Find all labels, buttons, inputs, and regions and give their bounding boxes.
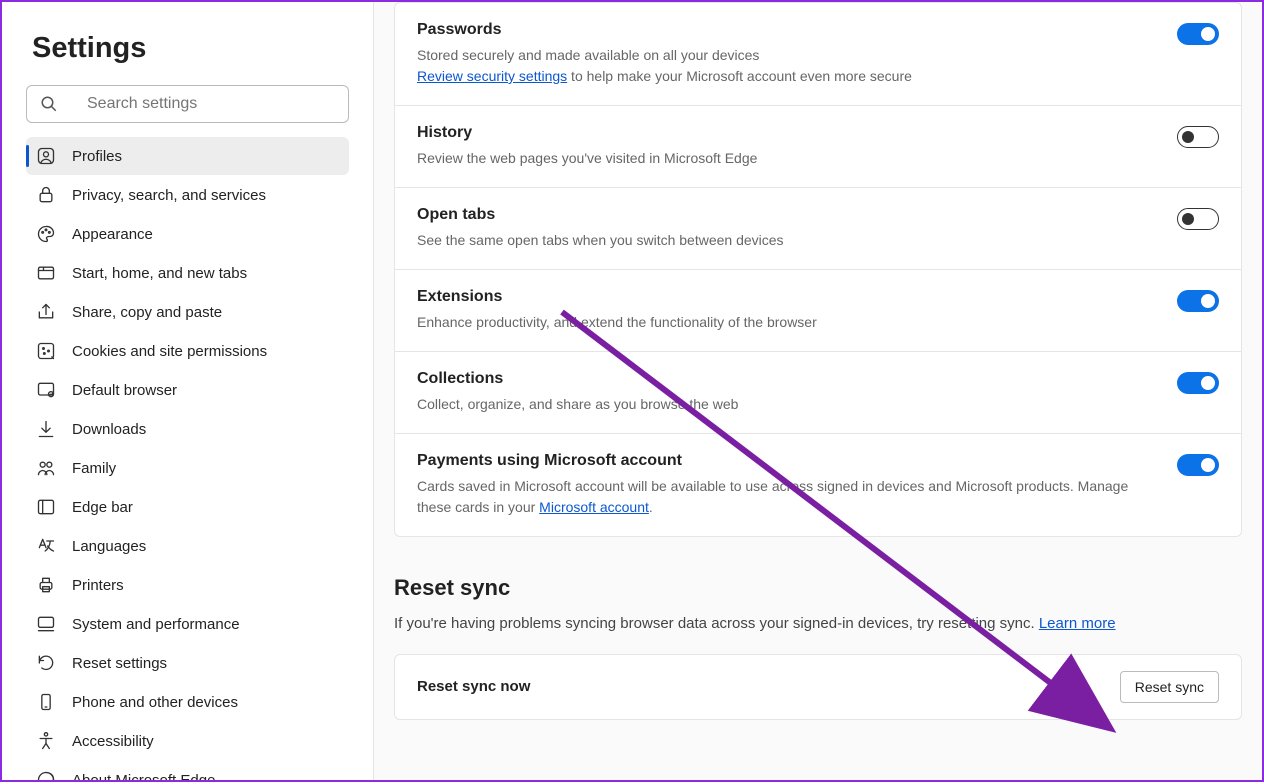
row-description: Collect, organize, and share as you brow… (417, 394, 1157, 415)
nav-item-printer[interactable]: Printers (26, 566, 349, 604)
nav-label: Share, copy and paste (72, 304, 222, 321)
nav-item-language[interactable]: Languages (26, 527, 349, 565)
nav-item-phone[interactable]: Phone and other devices (26, 683, 349, 721)
row-title: Collections (417, 370, 1157, 388)
toggle-switch[interactable] (1177, 23, 1219, 45)
share-icon (36, 302, 56, 322)
nav-list: Profiles Privacy, search, and services App… (26, 137, 349, 780)
nav-label: Profiles (72, 148, 122, 165)
reset-sync-button[interactable]: Reset sync (1120, 671, 1219, 703)
nav-item-tab[interactable]: Start, home, and new tabs (26, 254, 349, 292)
page-title: Settings (32, 32, 349, 65)
nav-item-palette[interactable]: Appearance (26, 215, 349, 253)
toggle-switch[interactable] (1177, 208, 1219, 230)
default-icon (36, 380, 56, 400)
nav-label: Phone and other devices (72, 694, 238, 711)
sync-row: Collections Collect, organize, and share… (395, 352, 1241, 434)
nav-item-cookie[interactable]: Cookies and site permissions (26, 332, 349, 370)
nav-item-about[interactable]: About Microsoft Edge (26, 761, 349, 780)
toggle-switch[interactable] (1177, 126, 1219, 148)
sync-items-group: Passwords Stored securely and made avail… (394, 2, 1242, 537)
palette-icon (36, 224, 56, 244)
nav-item-share[interactable]: Share, copy and paste (26, 293, 349, 331)
nav-label: System and performance (72, 616, 240, 633)
row-description: Stored securely and made available on al… (417, 45, 1157, 87)
nav-label: Family (72, 460, 116, 477)
nav-label: Privacy, search, and services (72, 187, 266, 204)
content-area[interactable]: Passwords Stored securely and made avail… (374, 2, 1262, 780)
row-title: Open tabs (417, 206, 1157, 224)
toggle-switch[interactable] (1177, 372, 1219, 394)
nav-label: Reset settings (72, 655, 167, 672)
row-title: Payments using Microsoft account (417, 452, 1157, 470)
sync-row: History Review the web pages you've visi… (395, 106, 1241, 188)
lock-icon (36, 185, 56, 205)
nav-label: Languages (72, 538, 146, 555)
row-title: History (417, 124, 1157, 142)
nav-item-lock[interactable]: Privacy, search, and services (26, 176, 349, 214)
nav-item-family[interactable]: Family (26, 449, 349, 487)
row-description: Review the web pages you've visited in M… (417, 148, 1157, 169)
nav-label: Cookies and site permissions (72, 343, 267, 360)
reset-icon (36, 653, 56, 673)
inline-link[interactable]: Review security settings (417, 68, 567, 84)
sidebar[interactable]: Settings Profiles Privacy, search, and se… (2, 2, 374, 780)
reset-sync-description: If you're having problems syncing browse… (394, 613, 1242, 636)
nav-label: Downloads (72, 421, 146, 438)
toggle-switch[interactable] (1177, 454, 1219, 476)
search-input[interactable] (87, 95, 336, 113)
reset-sync-row-title: Reset sync now (417, 678, 530, 695)
row-title: Passwords (417, 21, 1157, 39)
phone-icon (36, 692, 56, 712)
sync-row: Payments using Microsoft account Cards s… (395, 434, 1241, 536)
nav-label: Edge bar (72, 499, 133, 516)
nav-item-reset[interactable]: Reset settings (26, 644, 349, 682)
sync-row: Passwords Stored securely and made avail… (395, 3, 1241, 106)
download-icon (36, 419, 56, 439)
nav-label: Accessibility (72, 733, 154, 750)
sync-row: Open tabs See the same open tabs when yo… (395, 188, 1241, 270)
tab-icon (36, 263, 56, 283)
row-description: Enhance productivity, and extend the fun… (417, 312, 1157, 333)
search-box[interactable] (26, 85, 349, 123)
row-description: See the same open tabs when you switch b… (417, 230, 1157, 251)
nav-label: Default browser (72, 382, 177, 399)
nav-label: Start, home, and new tabs (72, 265, 247, 282)
search-icon (39, 94, 59, 114)
nav-item-download[interactable]: Downloads (26, 410, 349, 448)
language-icon (36, 536, 56, 556)
family-icon (36, 458, 56, 478)
row-description: Cards saved in Microsoft account will be… (417, 476, 1157, 518)
reset-sync-card: Reset sync now Reset sync (394, 654, 1242, 720)
nav-item-default[interactable]: Default browser (26, 371, 349, 409)
nav-item-accessibility[interactable]: Accessibility (26, 722, 349, 760)
toggle-switch[interactable] (1177, 290, 1219, 312)
reset-sync-heading: Reset sync (394, 575, 1242, 601)
inline-link[interactable]: Microsoft account (539, 499, 649, 515)
nav-item-profile[interactable]: Profiles (26, 137, 349, 175)
about-icon (36, 770, 56, 780)
learn-more-link[interactable]: Learn more (1039, 615, 1116, 632)
sync-row: Extensions Enhance productivity, and ext… (395, 270, 1241, 352)
nav-item-edgebar[interactable]: Edge bar (26, 488, 349, 526)
profile-icon (36, 146, 56, 166)
printer-icon (36, 575, 56, 595)
cookie-icon (36, 341, 56, 361)
row-title: Extensions (417, 288, 1157, 306)
nav-label: Printers (72, 577, 124, 594)
nav-label: Appearance (72, 226, 153, 243)
nav-label: About Microsoft Edge (72, 772, 215, 781)
accessibility-icon (36, 731, 56, 751)
nav-item-system[interactable]: System and performance (26, 605, 349, 643)
edgebar-icon (36, 497, 56, 517)
system-icon (36, 614, 56, 634)
